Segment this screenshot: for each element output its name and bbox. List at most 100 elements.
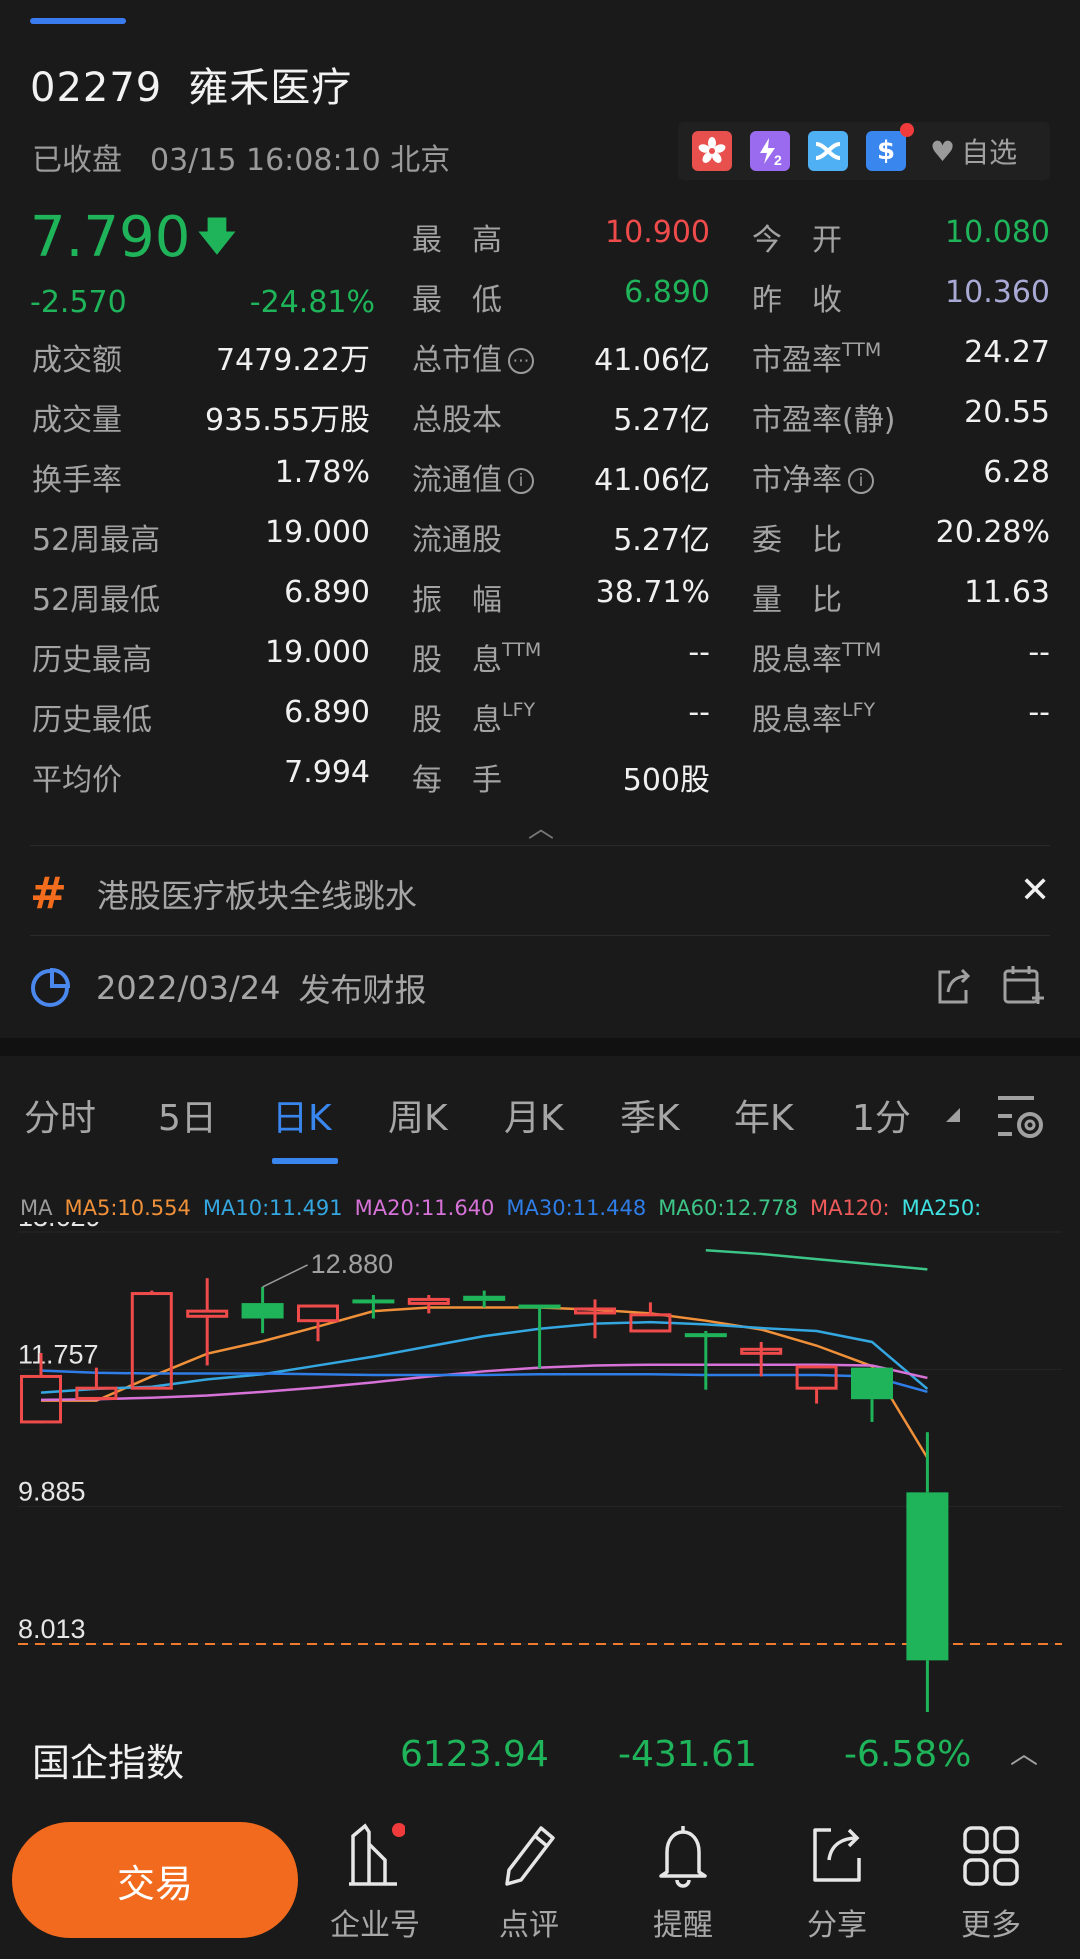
- stat-value: 5.27亿: [613, 403, 710, 438]
- more-icon[interactable]: ⋯: [508, 348, 534, 374]
- nav-share-label: 分享: [807, 1908, 867, 1943]
- hk-bauhinia-icon[interactable]: [692, 131, 732, 171]
- tab-yearly-k[interactable]: 年K: [734, 1089, 794, 1141]
- candle-body: [352, 1299, 395, 1304]
- market-status: 已收盘 03/15 16:08:10 北京: [32, 135, 450, 179]
- nav-review[interactable]: 点评: [474, 1822, 584, 1944]
- index-change-percent: -6.58%: [844, 1734, 972, 1775]
- share-event-icon[interactable]: [934, 966, 974, 1010]
- nav-alert[interactable]: 提醒: [628, 1822, 738, 1944]
- tab-monthly-k[interactable]: 月K: [504, 1089, 564, 1141]
- stat-label-superscript: LFY: [502, 699, 536, 721]
- level2-number: 2: [774, 152, 782, 167]
- price-change-percent: -24.81%: [249, 285, 375, 320]
- dollar-icon[interactable]: $: [866, 123, 914, 171]
- candle-body: [463, 1295, 506, 1301]
- stat-value: --: [688, 635, 710, 670]
- stock-name: 雍禾医疗: [188, 65, 353, 111]
- stat-value: 10.080: [945, 215, 1050, 250]
- tab-intraday[interactable]: 分时: [24, 1089, 96, 1141]
- level2-icon[interactable]: 2: [750, 131, 790, 171]
- stat-value: --: [1028, 695, 1050, 730]
- stat-value: --: [1028, 635, 1050, 670]
- stat-value: 500股: [622, 763, 710, 798]
- enterprise-icon: [349, 1823, 405, 1886]
- stat-label-text: 委 比: [752, 523, 842, 558]
- arrow-down-icon: 🡇: [196, 214, 238, 260]
- stat-label: 市盈率(静): [752, 395, 895, 439]
- share-icon: [813, 1828, 861, 1882]
- stat-value: 20.28%: [935, 515, 1050, 550]
- stat-value: 6.890: [284, 575, 370, 610]
- top-tab-indicator: [30, 18, 126, 24]
- price-change: -2.570: [30, 285, 127, 320]
- index-bar[interactable]: 国企指数 6123.94 -431.61 -6.58% ︿: [0, 1712, 1080, 1798]
- ma-legend-item: MA: [20, 1196, 53, 1220]
- y-tick-label: 9.885: [18, 1477, 86, 1507]
- nav-more[interactable]: 更多: [936, 1822, 1046, 1944]
- stat-label-text: 总股本: [412, 403, 502, 438]
- tab-quarterly-k[interactable]: 季K: [620, 1089, 680, 1141]
- y-tick-label: 11.757: [18, 1339, 99, 1369]
- stat-value: 7.994: [284, 755, 370, 790]
- ma-legend-item: MA20:11.640: [354, 1196, 495, 1220]
- ma-legend: MA MA5:10.554 MA10:11.491 MA20:11.640 MA30:1…: [20, 1196, 981, 1220]
- last-price-value: 7.790: [30, 205, 191, 270]
- stat-label-text: 今 开: [752, 223, 842, 258]
- stat-label-text: 历史最低: [32, 703, 152, 738]
- tab-daily-k[interactable]: 日K: [272, 1089, 332, 1141]
- pie-chart-icon: [31, 967, 70, 1007]
- stat-value: 5.27亿: [613, 523, 710, 558]
- stat-label-text: 流通股: [412, 523, 502, 558]
- market-status-label: 已收盘: [32, 143, 122, 178]
- info-icon[interactable]: i: [508, 468, 534, 494]
- nav-more-label: 更多: [961, 1908, 1021, 1943]
- stat-value: 19.000: [265, 635, 370, 670]
- stat-label: 股 息TTM: [412, 635, 541, 679]
- stat-label-text: 总市值: [412, 343, 502, 378]
- stat-value: 24.27: [964, 335, 1050, 370]
- info-icon[interactable]: i: [848, 468, 874, 494]
- stat-label-text: 振 幅: [412, 583, 502, 618]
- stat-value: 20.55: [964, 395, 1050, 430]
- stat-label-text: 每 手: [412, 763, 502, 798]
- stat-label-text: 最 高: [412, 223, 502, 258]
- stat-label-superscript: TTM: [842, 639, 882, 661]
- trade-button[interactable]: 交易: [12, 1822, 298, 1938]
- stat-value: 19.000: [265, 515, 370, 550]
- tab-weekly-k[interactable]: 周K: [388, 1089, 448, 1141]
- ma-legend-item: MA10:11.491: [202, 1196, 343, 1220]
- expand-index-icon[interactable]: ︿: [1010, 1732, 1038, 1772]
- stat-value: 41.06亿: [594, 463, 710, 498]
- candlestick-chart[interactable]: 13.629 11.757 9.885 8.013 12.880: [0, 1222, 1080, 1712]
- stat-label: 成交额: [32, 335, 122, 379]
- stat-label: 历史最低: [32, 695, 152, 739]
- stat-value: 38.71%: [595, 575, 710, 610]
- stat-label-superscript: TTM: [502, 639, 542, 661]
- collapse-stats-button[interactable]: ︿: [528, 808, 554, 845]
- nav-alert-label: 提醒: [653, 1908, 713, 1943]
- calendar-add-icon[interactable]: [1002, 964, 1046, 1010]
- dollar-glyph: $: [876, 136, 896, 166]
- candle-body: [407, 1297, 450, 1305]
- stat-label: 今 开: [752, 215, 842, 259]
- close-icon[interactable]: ✕: [1020, 870, 1050, 911]
- stock-title: 02279 雍禾医疗: [30, 55, 352, 113]
- nav-enterprise[interactable]: 企业号: [320, 1822, 430, 1944]
- chart-settings-icon[interactable]: [994, 1094, 1048, 1144]
- favorite-button[interactable]: ♥ 自选: [930, 131, 1017, 171]
- stat-label: 股 息LFY: [412, 695, 535, 739]
- stat-label: 成交量: [32, 395, 122, 439]
- tab-1min[interactable]: 1分: [852, 1089, 911, 1141]
- heart-icon: ♥: [930, 134, 956, 168]
- connect-icon[interactable]: [808, 131, 848, 171]
- chart-period-tabs: 分时 5日 日K 周K 月K 季K 年K 1分: [0, 1056, 1080, 1176]
- news-topic[interactable]: # 港股医疗板块全线跳水: [30, 868, 417, 919]
- earnings-event[interactable]: 2022/03/24 发布财报: [30, 965, 426, 1011]
- stat-label: 最 低: [412, 275, 502, 319]
- nav-share[interactable]: 分享: [782, 1822, 892, 1944]
- stat-label-text: 流通值: [412, 463, 502, 498]
- dropdown-triangle-icon[interactable]: [946, 1108, 960, 1122]
- stat-label: 昨 收: [752, 275, 842, 319]
- tab-5day[interactable]: 5日: [158, 1089, 217, 1141]
